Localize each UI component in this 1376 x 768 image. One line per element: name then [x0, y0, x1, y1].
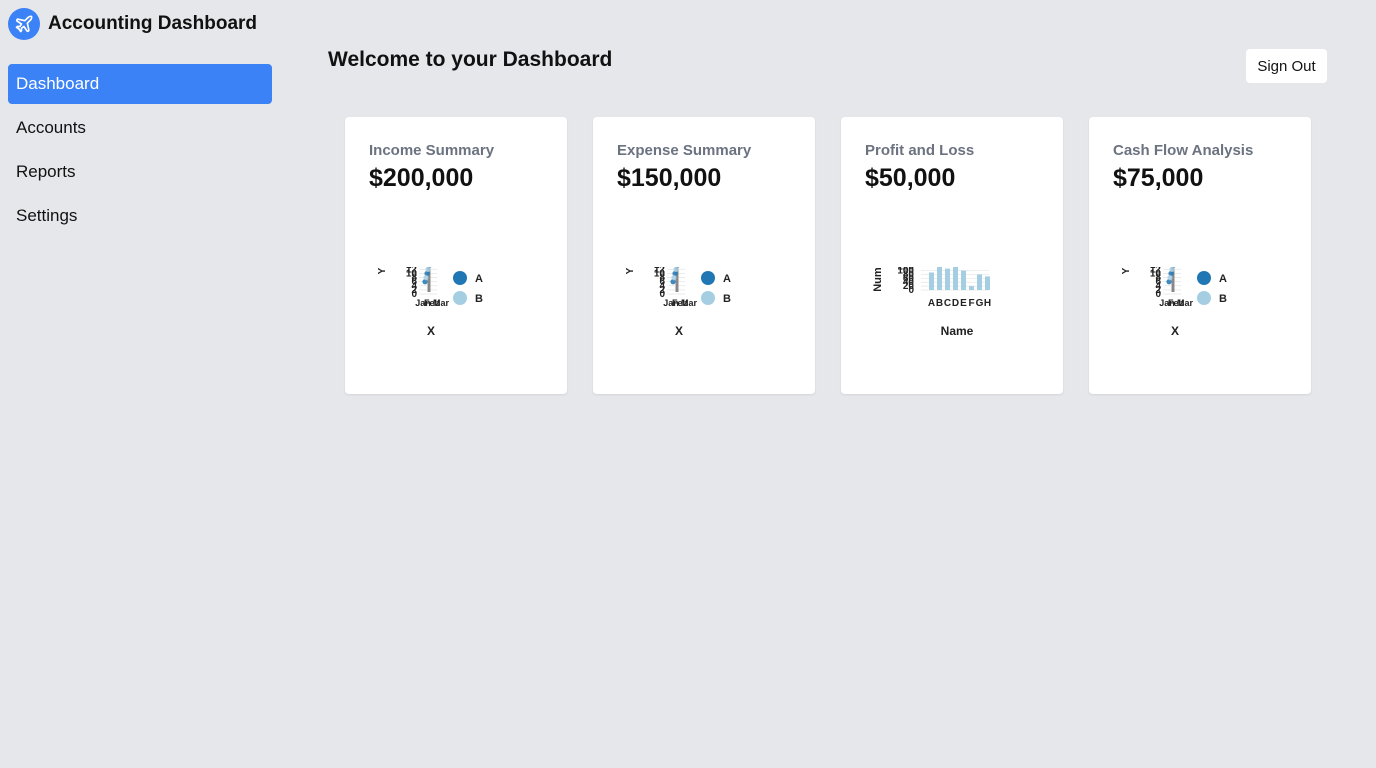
data-point	[671, 275, 677, 281]
x-tick-label: Mar	[1177, 298, 1194, 308]
x-tick-label: G	[976, 298, 984, 309]
legend-swatch	[453, 271, 467, 285]
y-tick-label: 0	[908, 285, 914, 296]
y-axis-label: Number	[872, 267, 884, 292]
bar	[985, 276, 990, 290]
x-tick-label: D	[952, 298, 959, 309]
card-title: Expense Summary	[617, 142, 752, 159]
x-tick-label: A	[928, 298, 935, 309]
expense-chart: Y1614121086420JanFebMarXAB	[625, 267, 731, 338]
bar	[961, 270, 966, 290]
x-tick-label: Mar	[681, 298, 698, 308]
profit-and-loss-card: Profit and Loss $50,000 Number1801601401…	[841, 117, 1063, 394]
income-chart: Y1614121086420JanFebMarXAB	[377, 267, 483, 338]
data-point	[1169, 267, 1175, 272]
bar	[929, 272, 934, 290]
sidebar-item-accounts[interactable]: Accounts	[8, 108, 272, 148]
cash-flow-chart: Y1614121086420JanFebMarXAB	[1121, 267, 1227, 338]
card-value: $200,000	[369, 164, 474, 192]
card-value: $150,000	[617, 164, 722, 192]
card-title: Cash Flow Analysis	[1113, 142, 1254, 159]
legend-swatch	[1197, 271, 1211, 285]
bar	[977, 274, 982, 290]
legend-label: A	[475, 273, 483, 285]
card-value: $50,000	[865, 164, 956, 192]
y-axis-label: Y	[625, 267, 636, 274]
x-tick-label: H	[984, 298, 991, 309]
x-axis-label: Name	[941, 324, 974, 338]
y-axis-label: Y	[1121, 267, 1132, 274]
brand: Accounting Dashboard	[8, 7, 257, 40]
card-value: $75,000	[1113, 164, 1204, 192]
data-point	[1167, 275, 1173, 281]
card-title: Profit and Loss	[865, 142, 975, 159]
legend-swatch	[1197, 291, 1211, 305]
sidebar-item-reports[interactable]: Reports	[8, 152, 272, 192]
page-title: Welcome to your Dashboard	[328, 48, 613, 71]
sidebar: Accounting Dashboard Dashboard Accounts …	[0, 0, 280, 768]
sign-out-button[interactable]: Sign Out	[1246, 49, 1327, 83]
income-summary-card: Income Summary $200,000 Y1614121086420Ja…	[345, 117, 567, 394]
cash-flow-analysis-card: Cash Flow Analysis $75,000 Y161412108642…	[1089, 117, 1311, 394]
x-tick-label: B	[936, 298, 943, 309]
legend-label: A	[1219, 273, 1227, 285]
legend-label: A	[723, 273, 731, 285]
profit-loss-chart: Number180160140120100806040200ABCDEFGHNa…	[872, 267, 991, 338]
bar	[937, 267, 942, 290]
expense-summary-card: Expense Summary $150,000 Y1614121086420J…	[593, 117, 815, 394]
legend-label: B	[475, 293, 483, 305]
y-axis-label: Y	[377, 267, 388, 274]
card-title: Income Summary	[369, 142, 495, 159]
x-tick-label: E	[960, 298, 967, 309]
x-tick-label: C	[944, 298, 951, 309]
x-axis-label: X	[427, 324, 435, 338]
airplane-icon	[8, 7, 40, 40]
legend-label: B	[723, 293, 731, 305]
data-point	[425, 267, 431, 272]
bar	[969, 286, 974, 290]
legend-swatch	[453, 291, 467, 305]
legend-swatch	[701, 271, 715, 285]
x-tick-label: Mar	[433, 298, 450, 308]
sidebar-nav: Dashboard Accounts Reports Settings	[8, 64, 272, 240]
bar	[945, 268, 950, 290]
data-point	[423, 275, 429, 281]
x-axis-label: X	[675, 324, 683, 338]
data-point	[673, 267, 679, 272]
sidebar-item-settings[interactable]: Settings	[8, 196, 272, 236]
x-axis-label: X	[1171, 324, 1179, 338]
legend-swatch	[701, 291, 715, 305]
x-tick-label: F	[968, 298, 974, 309]
sidebar-item-dashboard[interactable]: Dashboard	[8, 64, 272, 104]
legend-label: B	[1219, 293, 1227, 305]
app-title: Accounting Dashboard	[48, 12, 258, 34]
bar	[953, 267, 958, 290]
